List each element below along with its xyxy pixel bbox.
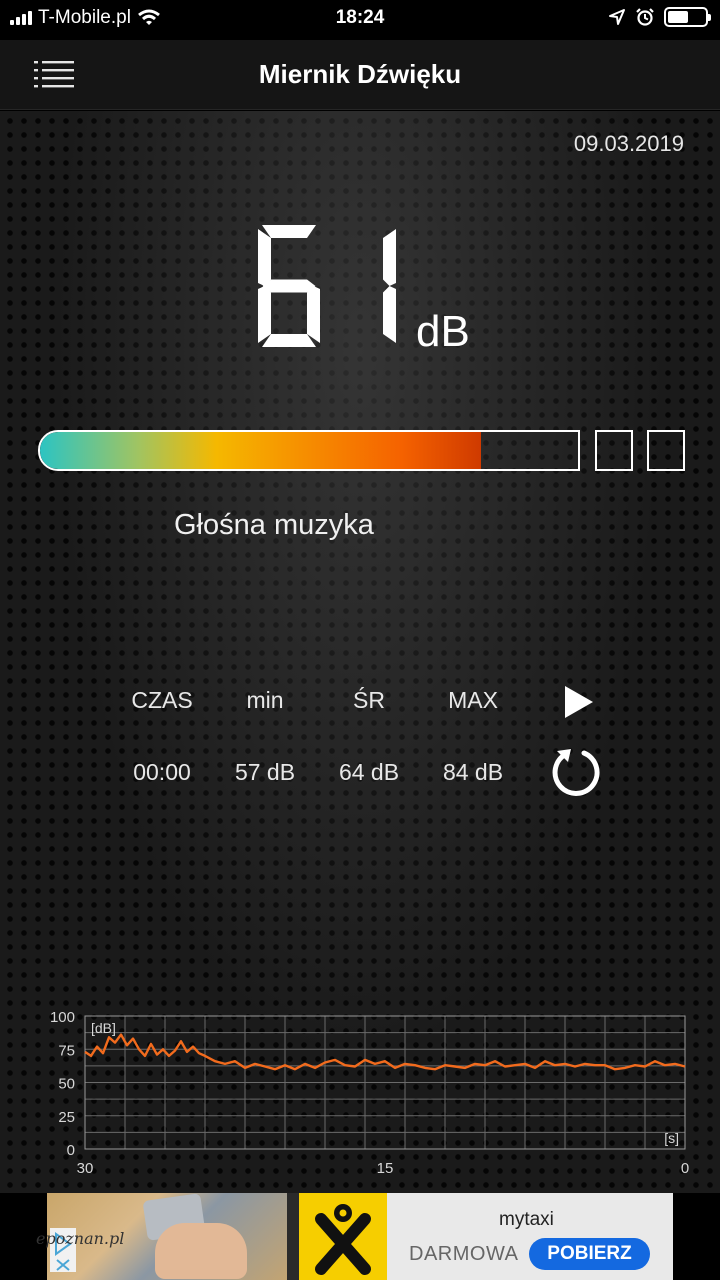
mytaxi-logo-icon [315,1204,371,1275]
history-chart-svg: 100755025030 15 0[dB][s] [50,1009,689,1177]
measurement-date: 09.03.2019 [573,131,684,156]
location-arrow-icon [609,9,625,25]
stat-label: ŚR [353,687,385,713]
y-tick-label: 50 [58,1076,75,1093]
page-title: Miernik Dźwięku [258,59,462,89]
mytaxi-logo [299,1193,387,1280]
ad-divider [287,1193,299,1280]
stat-max: MAX 84 dB [423,687,523,786]
stat-value: 57 dB [234,759,296,785]
digit-segment [383,286,396,343]
stat-average: ŚR 64 dB [319,687,419,786]
y-tick-label: 75 [58,1042,75,1059]
stat-value: 00:00 [133,759,191,785]
reset-icon[interactable] [549,745,603,799]
x-tick-label: 15 [377,1160,394,1177]
ad-hand-image [155,1223,247,1279]
ad-brand: mytaxi [499,1209,554,1230]
digit-segment [262,225,316,238]
navigation-bar: Miernik Dźwięku [0,40,720,110]
y-axis-label: [dB] [91,1020,116,1036]
digit-segment [258,229,271,286]
alarm-clock-icon [636,8,654,26]
x-tick-label: 0 [681,1160,689,1177]
stat-value: 84 dB [442,759,504,785]
status-bar: T-Mobile.pl 18:24 [0,0,720,40]
digit-segment [383,229,396,286]
stat-min: min 57 dB [215,687,315,786]
digit-segment [258,286,271,343]
ad-download-button[interactable]: POBIERZ [529,1238,650,1270]
stat-label: CZAS [131,687,193,713]
y-tick-label: 25 [58,1109,75,1126]
status-right [608,7,711,27]
y-tick-label: 0 [67,1142,75,1159]
meter-screen: 09.03.2019 61 dB Głośna muzyka CZAS 00:0… [0,111,720,1193]
watermark: epoznan.pl [36,1229,125,1248]
x-tick-label: 30 [77,1160,94,1177]
x-axis-label: [s] [664,1130,679,1146]
ad-text: DARMOWA [409,1243,519,1265]
stat-time: CZAS 00:00 [112,687,212,786]
stat-value: 64 dB [338,759,400,785]
history-chart: 100 75 50 25 0 30 15 0 [dB] [s] [40,1007,700,1182]
play-icon[interactable] [563,684,595,720]
y-tick-label: 100 [50,1009,75,1026]
ad-content[interactable]: mytaxi DARMOWA POBIERZ [47,1193,673,1280]
level-description: Głośna muzyka [174,509,374,541]
stat-label: MAX [448,687,498,713]
decibel-unit: dB [416,307,470,356]
level-meter-bar [38,430,580,471]
digit-segment [307,286,320,343]
level-box-2[interactable] [647,430,685,471]
decibel-reading: 61 [256,221,396,351]
digit-segment [262,279,316,293]
digit-segment [262,334,316,347]
series-line [84,1033,686,1071]
seven-segment-display [258,225,396,347]
level-box-1[interactable] [595,430,633,471]
stat-label: min [246,687,284,713]
battery-icon [664,7,711,27]
level-meter-fill [40,432,482,469]
